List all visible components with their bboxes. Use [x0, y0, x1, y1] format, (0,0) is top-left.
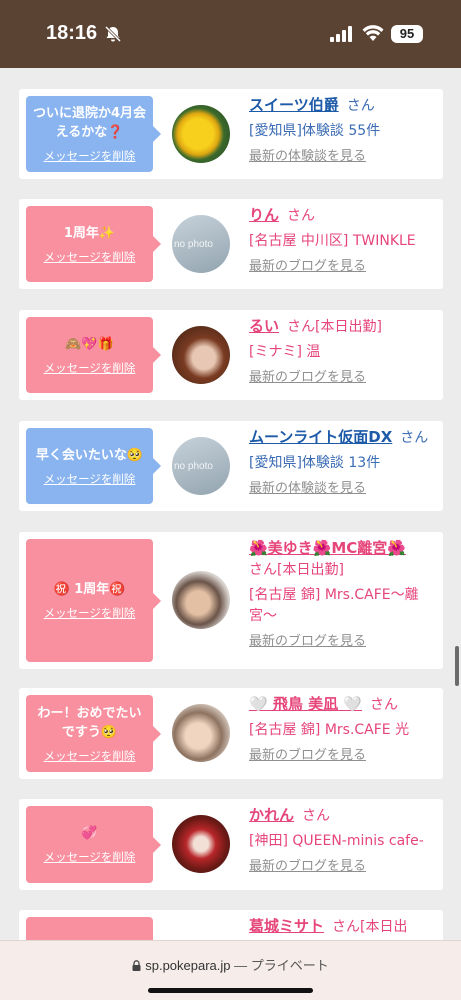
- url-text: sp.pokepara.jp: [145, 958, 231, 973]
- message-bubble: [26, 917, 153, 940]
- message-bubble: ついに退院か4月会えるかな❓ メッセージを削除: [26, 96, 161, 172]
- message-bubble: 🙈💖🎁 メッセージを削除: [26, 317, 161, 393]
- avatar[interactable]: [172, 326, 230, 384]
- name-suffix: さん: [287, 208, 316, 224]
- avatar[interactable]: no photo: [172, 215, 230, 273]
- avatar[interactable]: [172, 815, 230, 873]
- delete-message-link[interactable]: メッセージを削除: [44, 605, 136, 621]
- list-item: 1周年✨ メッセージを削除 no photo りん さん [名古屋 中川区] TW…: [19, 199, 443, 289]
- latest-review-link[interactable]: 最新の体験談を見る: [249, 479, 439, 499]
- list-item: 葛城ミサト さん[本日出: [19, 910, 443, 940]
- private-mode-label: — プライベート: [234, 958, 329, 973]
- girl-name-link[interactable]: 🤍 飛鳥 美凪 🤍: [249, 695, 362, 713]
- message-text: わー！おめでたいですう🥺: [37, 705, 142, 740]
- area-info: [愛知県]体験談 55件: [249, 123, 381, 139]
- battery-indicator: 95: [391, 25, 423, 43]
- avatar[interactable]: [172, 105, 230, 163]
- list-item: 💞 メッセージを削除 かれん さん [神田] QUEEN-minis cafe- …: [19, 799, 443, 890]
- status-time: 18:16: [46, 22, 98, 44]
- list-item: 早く会いたいな🥺 メッセージを削除 no photo ムーンライト仮面DX さん …: [19, 421, 443, 511]
- girl-name-link[interactable]: 葛城ミサト: [249, 917, 324, 935]
- list-item: 🙈💖🎁 メッセージを削除 るい さん[本日出勤] [ミナミ] 温 最新のブログを見…: [19, 310, 443, 400]
- latest-blog-link[interactable]: 最新のブログを見る: [249, 632, 439, 652]
- url-display[interactable]: sp.pokepara.jp — プライベート: [0, 955, 461, 974]
- girl-name-link[interactable]: りん: [249, 206, 279, 224]
- shop-info: [名古屋 錦] Mrs.CAFE～離: [249, 587, 419, 603]
- name-suffix: さん: [400, 430, 429, 446]
- lock-icon: [132, 960, 141, 971]
- message-bubble: わー！おめでたいですう🥺 メッセージを削除: [26, 695, 161, 772]
- status-bar: 18:16 95: [0, 0, 461, 68]
- message-text: ㊗️ 1周年㊗️: [53, 582, 126, 597]
- no-photo-text: no photo: [174, 239, 213, 250]
- bell-muted-icon: [104, 25, 122, 43]
- name-suffix: さん: [287, 319, 316, 335]
- delete-message-link[interactable]: メッセージを削除: [44, 148, 136, 164]
- area-info: [愛知県]体験談 13件: [249, 455, 381, 471]
- delete-message-link[interactable]: メッセージを削除: [44, 471, 136, 487]
- shop-info-cont: 宮～: [249, 608, 277, 624]
- name-suffix: さん: [249, 562, 277, 578]
- latest-review-link[interactable]: 最新の体験談を見る: [249, 147, 439, 167]
- favorites-list: ついに退院か4月会えるかな❓ メッセージを削除 スイーツ伯爵 さん [愛知県]体験…: [0, 68, 461, 940]
- list-item: ㊗️ 1周年㊗️ メッセージを削除 🌺美ゆき🌺MC離宮🌺 さん[本日出勤] [名…: [19, 532, 443, 669]
- message-text: 1周年✨: [63, 225, 116, 241]
- latest-blog-link[interactable]: 最新のブログを見る: [249, 857, 439, 877]
- message-bubble: ㊗️ 1周年㊗️ メッセージを削除: [26, 539, 161, 662]
- girl-name-link[interactable]: 🌺美ゆき🌺MC離宮🌺: [249, 539, 406, 557]
- message-text: 💞: [81, 826, 98, 841]
- delete-message-link[interactable]: メッセージを削除: [44, 849, 136, 865]
- message-text: ついに退院か4月会えるかな❓: [32, 106, 147, 140]
- reviewer-name-link[interactable]: ムーンライト仮面DX: [249, 428, 392, 446]
- message-bubble: 早く会いたいな🥺 メッセージを削除: [26, 428, 161, 504]
- shop-info: [名古屋 中川区] TWINKLE: [249, 233, 416, 249]
- no-photo-text: no photo: [174, 461, 213, 472]
- girl-name-link[interactable]: かれん: [249, 806, 294, 824]
- message-text: 早く会いたいな🥺: [35, 447, 144, 463]
- working-today-badge: [本日出勤]: [277, 562, 344, 578]
- name-suffix: さん: [370, 697, 399, 713]
- list-item: わー！おめでたいですう🥺 メッセージを削除 🤍 飛鳥 美凪 🤍 さん [名古屋 錦…: [19, 688, 443, 779]
- home-indicator[interactable]: [148, 988, 313, 993]
- cellular-signal-icon: [330, 26, 352, 42]
- avatar[interactable]: [172, 571, 230, 629]
- avatar[interactable]: [172, 704, 230, 762]
- delete-message-link[interactable]: メッセージを削除: [44, 249, 136, 265]
- delete-message-link[interactable]: メッセージを削除: [44, 360, 136, 376]
- scrollbar-thumb[interactable]: [455, 646, 459, 686]
- working-today-badge: [本日出: [360, 919, 408, 935]
- wifi-icon: [362, 25, 384, 41]
- shop-info: [名古屋 錦] Mrs.CAFE 光: [249, 722, 410, 738]
- browser-address-bar[interactable]: sp.pokepara.jp — プライベート: [0, 940, 461, 1000]
- reviewer-name-link[interactable]: スイーツ伯爵: [249, 96, 339, 114]
- message-bubble: 1周年✨ メッセージを削除: [26, 206, 161, 282]
- latest-blog-link[interactable]: 最新のブログを見る: [249, 368, 439, 388]
- name-suffix: さん: [346, 98, 375, 114]
- name-suffix: さん: [302, 808, 331, 824]
- avatar[interactable]: no photo: [172, 437, 230, 495]
- girl-name-link[interactable]: るい: [249, 317, 279, 335]
- working-today-badge: [本日出勤]: [315, 319, 382, 335]
- latest-blog-link[interactable]: 最新のブログを見る: [249, 746, 439, 766]
- message-text: 🙈💖🎁: [65, 336, 114, 352]
- shop-info: [神田] QUEEN-minis cafe-: [249, 833, 424, 849]
- shop-info: [ミナミ] 温: [249, 344, 321, 360]
- name-suffix: さん: [332, 919, 361, 935]
- list-item: ついに退院か4月会えるかな❓ メッセージを削除 スイーツ伯爵 さん [愛知県]体験…: [19, 89, 443, 179]
- latest-blog-link[interactable]: 最新のブログを見る: [249, 257, 439, 277]
- delete-message-link[interactable]: メッセージを削除: [44, 748, 136, 764]
- message-bubble: 💞 メッセージを削除: [26, 806, 161, 883]
